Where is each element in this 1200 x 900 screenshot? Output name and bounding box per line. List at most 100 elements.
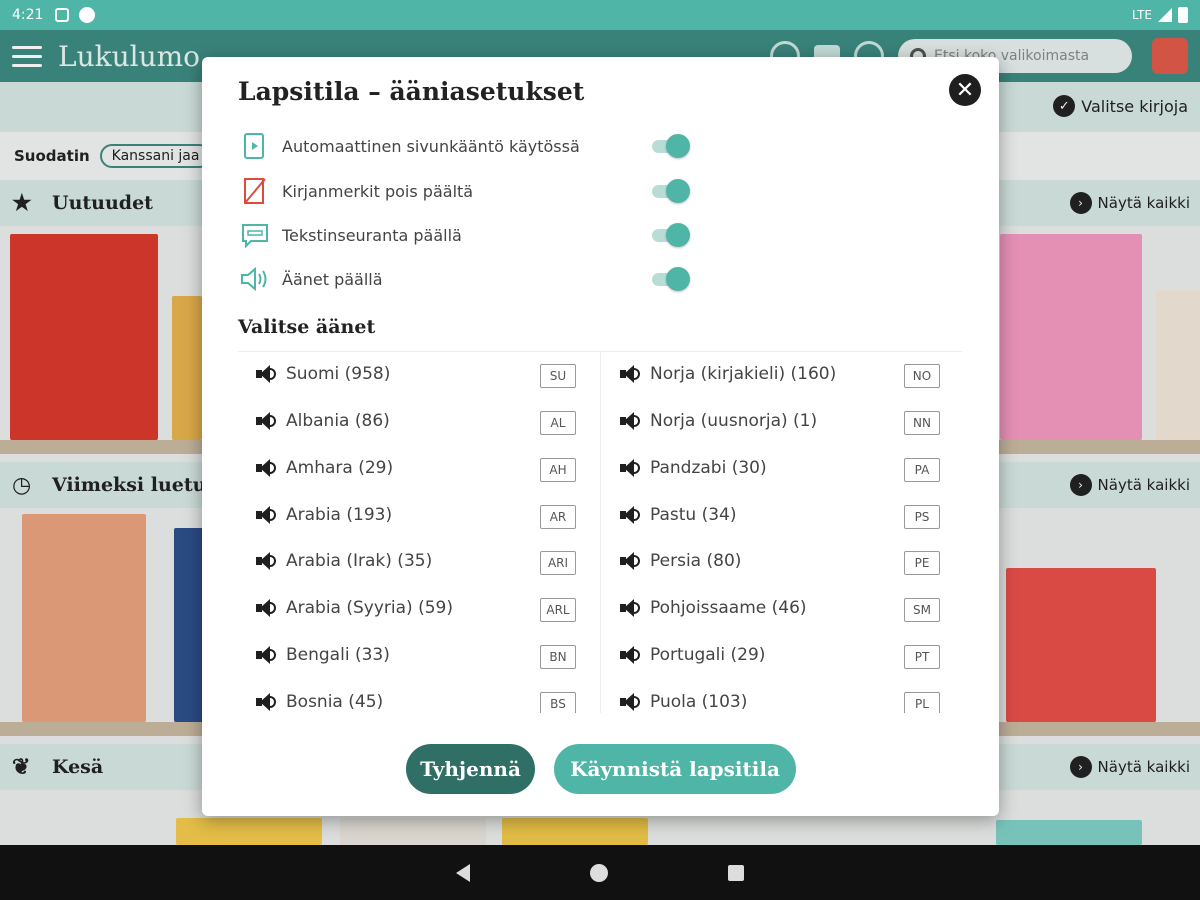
voice-code: PL	[904, 692, 940, 713]
speaker-icon	[620, 505, 644, 525]
voice-code: PA	[904, 458, 940, 482]
voice-item[interactable]: Norja (kirjakieli) (160) NO	[602, 357, 948, 391]
voice-label: Norja (kirjakieli) (160)	[650, 364, 837, 384]
voice-label: Portugali (29)	[650, 645, 766, 665]
voice-label: Bengali (33)	[286, 645, 390, 665]
voice-code: NN	[904, 411, 940, 435]
voices-list[interactable]: Suomi (958) SU Albania (86) AL Amhara (29)…	[238, 351, 962, 713]
voice-item[interactable]: Suomi (958) SU	[238, 357, 584, 391]
speaker-icon	[256, 458, 280, 478]
home-icon[interactable]	[590, 863, 608, 882]
child-mode-sound-settings-dialog: Lapsitila – ääniasetukset ✕ Automaattine…	[202, 57, 999, 816]
voice-label: Arabia (193)	[286, 505, 393, 525]
voice-item[interactable]: Norja (uusnorja) (1) NN	[602, 404, 948, 438]
voice-label: Pastu (34)	[650, 505, 737, 525]
speaker-icon	[620, 598, 644, 618]
voice-code: AH	[540, 458, 576, 482]
voice-item[interactable]: Portugali (29) PT	[602, 638, 948, 672]
setting-bookmarks-off: Kirjanmerkit pois päältä	[240, 174, 692, 208]
voice-code: PS	[904, 505, 940, 529]
speaker-icon	[256, 598, 280, 618]
voice-label: Pohjoissaame (46)	[650, 598, 807, 618]
speaker-icon	[620, 692, 644, 712]
speaker-icon	[256, 645, 280, 665]
voice-label: Arabia (Syyria) (59)	[286, 598, 453, 618]
text-follow-icon	[240, 220, 270, 250]
notification-icon	[55, 8, 70, 22]
bookmark-off-icon	[240, 176, 270, 206]
page-turn-icon	[240, 131, 270, 161]
network-type: LTE	[1132, 8, 1152, 22]
setting-label: Tekstinseuranta päällä	[282, 225, 462, 245]
dialog-title: Lapsitila – ääniasetukset	[238, 77, 585, 106]
voice-item[interactable]: Pandzabi (30) PA	[602, 451, 948, 485]
back-icon[interactable]	[456, 863, 470, 882]
voice-label: Suomi (958)	[286, 364, 391, 384]
voice-label: Puola (103)	[650, 692, 748, 712]
voice-code: PE	[904, 551, 940, 575]
speaker-icon	[620, 411, 644, 431]
voice-item[interactable]: Bengali (33) BN	[238, 638, 584, 672]
voice-label: Arabia (Irak) (35)	[286, 551, 433, 571]
status-time: 4:21	[12, 7, 44, 23]
auto-page-turn-toggle[interactable]	[650, 134, 690, 158]
speaker-icon	[256, 505, 280, 525]
voice-code: AL	[540, 411, 576, 435]
voice-code: SM	[904, 598, 940, 622]
voice-item[interactable]: Amhara (29) AH	[238, 451, 584, 485]
text-follow-toggle[interactable]	[650, 223, 690, 247]
setting-label: Kirjanmerkit pois päältä	[282, 181, 474, 201]
setting-sounds-on: Äänet päällä	[240, 262, 692, 296]
voice-code: ARL	[540, 598, 576, 622]
battery-icon	[1178, 7, 1188, 23]
speaker-icon	[240, 264, 270, 294]
speaker-icon	[620, 645, 644, 665]
close-button[interactable]: ✕	[949, 74, 981, 106]
setting-auto-page-turn: Automaattinen sivunkääntö käytössä	[240, 129, 692, 163]
voice-item[interactable]: Puola (103) PL	[602, 685, 948, 713]
speaker-icon	[256, 692, 280, 712]
status-bar: 4:21 LTE	[0, 0, 1200, 30]
voice-code: AR	[540, 505, 576, 529]
column-divider	[600, 352, 601, 713]
bookmarks-toggle[interactable]	[650, 179, 690, 203]
voice-item[interactable]: Arabia (Irak) (35) ARI	[238, 544, 584, 578]
recents-icon[interactable]	[728, 864, 744, 881]
speaker-icon	[620, 551, 644, 571]
voice-code: BS	[540, 692, 576, 713]
voice-item[interactable]: Albania (86) AL	[238, 404, 584, 438]
voice-label: Pandzabi (30)	[650, 458, 767, 478]
voices-section-title: Valitse äänet	[238, 316, 376, 338]
voice-item[interactable]: Pohjoissaame (46) SM	[602, 591, 948, 625]
navigation-bar	[0, 845, 1200, 900]
voice-label: Albania (86)	[286, 411, 390, 431]
signal-icon	[1158, 8, 1172, 22]
setting-label: Äänet päällä	[282, 269, 383, 289]
close-icon: ✕	[955, 77, 975, 103]
voice-label: Persia (80)	[650, 551, 742, 571]
voice-item[interactable]: Pastu (34) PS	[602, 498, 948, 532]
setting-text-follow: Tekstinseuranta päällä	[240, 218, 692, 252]
voice-item[interactable]: Bosnia (45) BS	[238, 685, 584, 713]
voice-item[interactable]: Persia (80) PE	[602, 544, 948, 578]
voice-code: SU	[540, 364, 576, 388]
voice-label: Norja (uusnorja) (1)	[650, 411, 818, 431]
speaker-icon	[256, 411, 280, 431]
voice-label: Amhara (29)	[286, 458, 394, 478]
voice-code: ARI	[540, 551, 576, 575]
speaker-icon	[256, 551, 280, 571]
speaker-icon	[620, 458, 644, 478]
voice-code: PT	[904, 645, 940, 669]
voice-code: BN	[540, 645, 576, 669]
voice-code: NO	[904, 364, 940, 388]
start-child-mode-button[interactable]: Käynnistä lapsitila	[554, 744, 796, 794]
clear-button[interactable]: Tyhjennä	[406, 744, 535, 794]
setting-label: Automaattinen sivunkääntö käytössä	[282, 136, 580, 156]
voice-label: Bosnia (45)	[286, 692, 384, 712]
sounds-toggle[interactable]	[650, 267, 690, 291]
speaker-icon	[256, 364, 280, 384]
voice-item[interactable]: Arabia (Syyria) (59) ARL	[238, 591, 584, 625]
app-notification-icon	[79, 7, 96, 23]
voice-item[interactable]: Arabia (193) AR	[238, 498, 584, 532]
speaker-icon	[620, 364, 644, 384]
